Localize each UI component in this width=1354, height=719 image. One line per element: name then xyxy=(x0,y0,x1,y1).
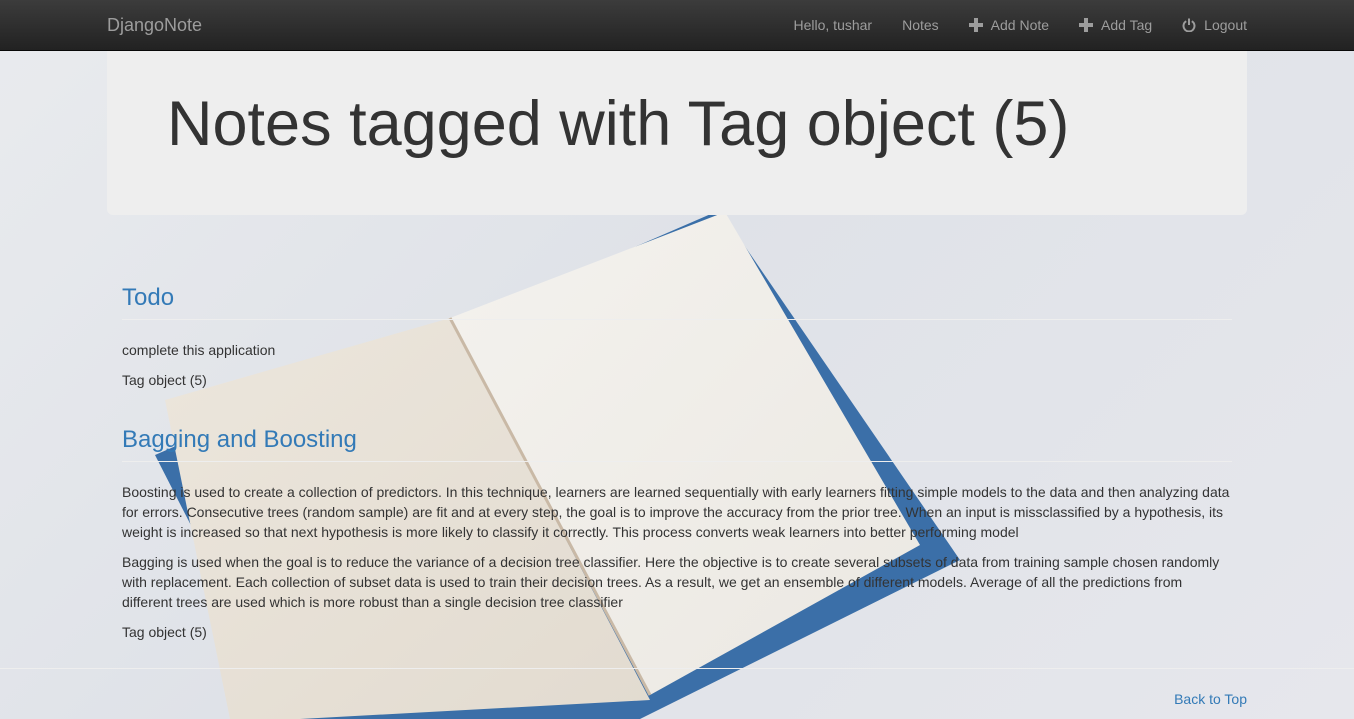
notes-list: Todo complete this application Tag objec… xyxy=(122,282,1232,652)
note-body: Boosting is used to create a collection … xyxy=(122,484,1230,540)
logout-label: Logout xyxy=(1204,17,1247,33)
plus-icon xyxy=(1079,18,1094,32)
plus-icon xyxy=(968,18,983,32)
note-item: Bagging and Boosting Boosting is used to… xyxy=(122,424,1232,642)
note-item: Todo complete this application Tag objec… xyxy=(122,282,1232,390)
logout-link[interactable]: Logout xyxy=(1167,15,1247,35)
user-greeting-link[interactable]: Hello, tushar xyxy=(779,15,888,35)
note-body: complete this application xyxy=(122,342,276,358)
nav-menu: Hello, tushar Notes Add Note Add Tag Log xyxy=(779,0,1248,50)
notes-link[interactable]: Notes xyxy=(887,15,954,35)
note-tag: Tag object (5) xyxy=(122,624,207,640)
note-body: Bagging is used when the goal is to redu… xyxy=(122,554,1220,610)
power-icon xyxy=(1182,18,1196,32)
notes-label: Notes xyxy=(902,17,939,33)
top-navbar: DjangoNote Hello, tushar Notes Add Note … xyxy=(0,0,1354,51)
add-tag-link[interactable]: Add Tag xyxy=(1064,15,1167,35)
note-title-link[interactable]: Bagging and Boosting xyxy=(122,424,1232,456)
add-note-link[interactable]: Add Note xyxy=(954,15,1064,35)
greeting-label: Hello, tushar xyxy=(793,17,873,33)
note-divider xyxy=(122,319,1232,320)
note-divider xyxy=(122,461,1232,462)
add-note-label: Add Note xyxy=(990,17,1050,33)
jumbotron-header: Notes tagged with Tag object (5) xyxy=(107,51,1247,215)
brand-link[interactable]: DjangoNote xyxy=(107,15,202,35)
back-to-top-link[interactable]: Back to Top xyxy=(1174,689,1247,709)
add-tag-label: Add Tag xyxy=(1101,17,1153,33)
note-title-link[interactable]: Todo xyxy=(122,282,1232,314)
footer-divider xyxy=(0,668,1354,669)
note-tag: Tag object (5) xyxy=(122,372,207,388)
page-title: Notes tagged with Tag object (5) xyxy=(167,89,1070,159)
